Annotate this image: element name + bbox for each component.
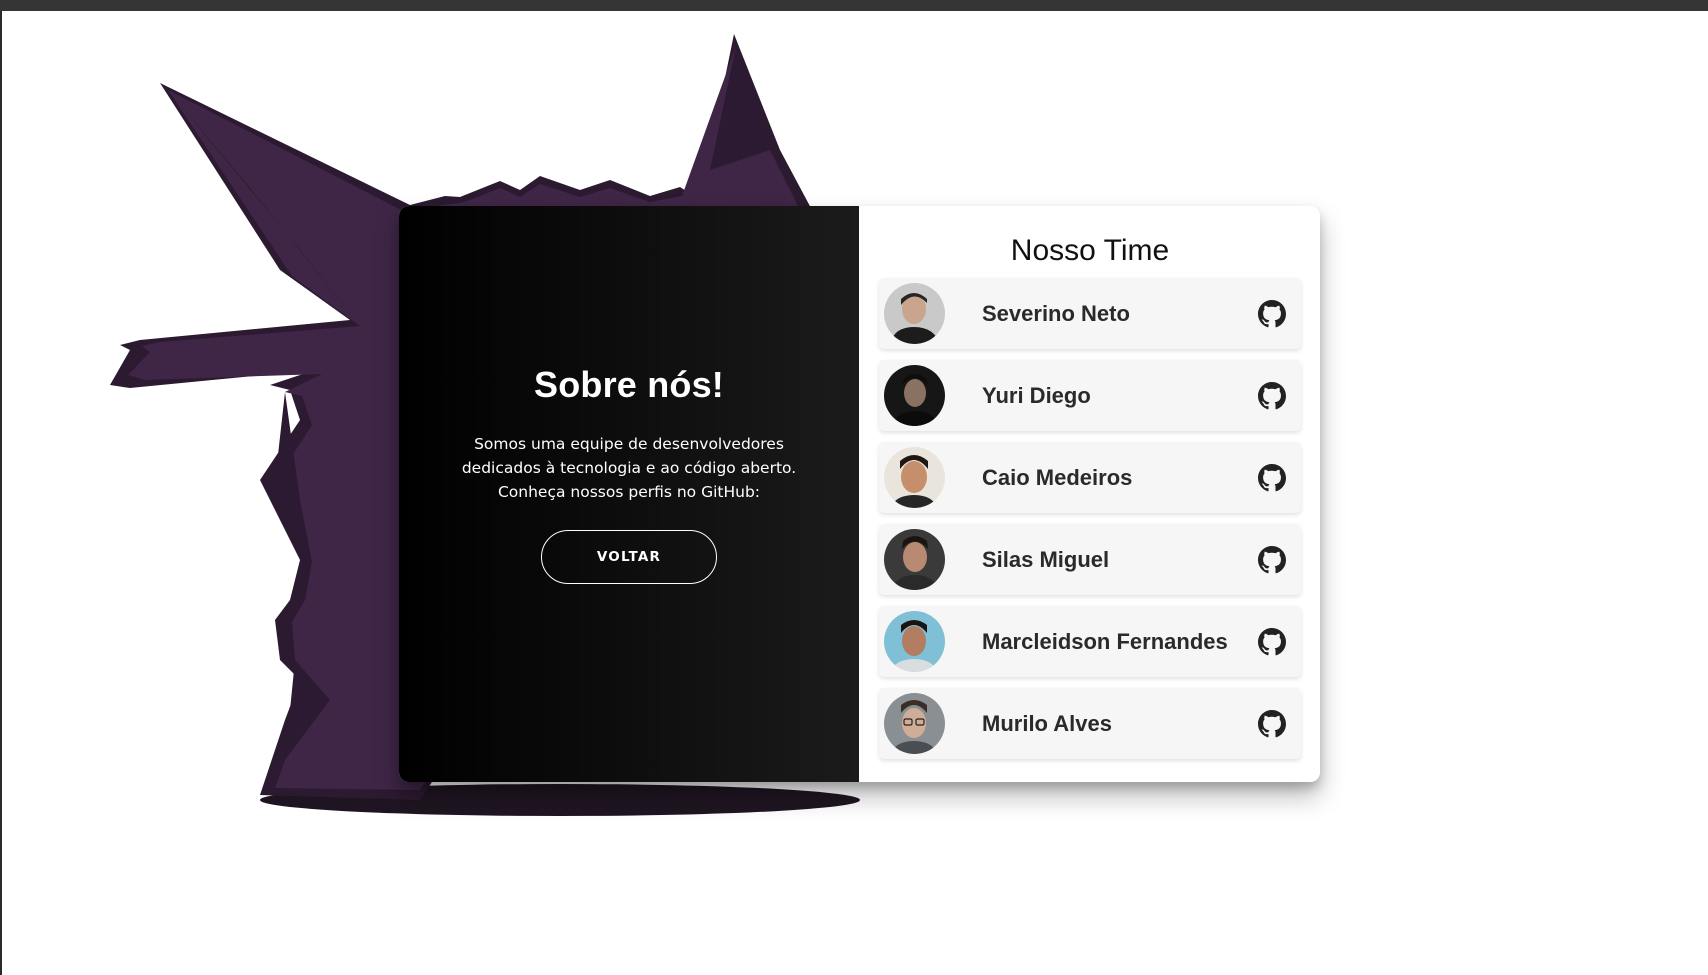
team-member-card: Caio Medeiros — [879, 442, 1301, 513]
member-name: Marcleidson Fernandes — [982, 628, 1228, 654]
github-link[interactable] — [1257, 545, 1287, 575]
github-icon — [1258, 381, 1286, 409]
github-icon — [1258, 299, 1286, 327]
avatar — [884, 693, 945, 754]
team-member-card: Silas Miguel — [879, 524, 1301, 595]
back-button[interactable]: VOLTAR — [541, 530, 717, 584]
member-name: Severino Neto — [982, 300, 1130, 326]
member-name: Caio Medeiros — [982, 464, 1133, 490]
github-icon — [1258, 627, 1286, 655]
member-name: Yuri Diego — [982, 382, 1091, 408]
github-link[interactable] — [1257, 627, 1287, 657]
member-name: Silas Miguel — [982, 546, 1110, 572]
avatar — [884, 283, 945, 344]
github-link[interactable] — [1257, 463, 1287, 493]
team-title: Nosso Time — [1010, 234, 1170, 267]
avatar — [884, 447, 945, 508]
team-member-card: Yuri Diego — [879, 360, 1301, 431]
github-link[interactable] — [1257, 299, 1287, 329]
team-member-card: Marcleidson Fernandes — [879, 606, 1301, 677]
team-member-card: Murilo Alves — [879, 688, 1301, 759]
github-icon — [1258, 545, 1286, 573]
team-member-card: Severino Neto — [879, 278, 1301, 349]
github-icon — [1258, 463, 1286, 491]
about-title: Sobre nós! — [533, 364, 724, 405]
member-name: Murilo Alves — [982, 710, 1112, 736]
team-panel: Nosso Time Severino Neto Yuri Diego Caio… — [859, 206, 1320, 782]
github-link[interactable] — [1257, 381, 1287, 411]
github-link[interactable] — [1257, 709, 1287, 739]
about-card: Sobre nós! Somos uma equipe de desenvolv… — [399, 206, 1320, 782]
about-panel: Sobre nós! Somos uma equipe de desenvolv… — [399, 206, 859, 782]
about-description: Somos uma equipe de desenvolvedores dedi… — [461, 435, 797, 501]
avatar — [884, 365, 945, 426]
team-member-list: Severino Neto Yuri Diego Caio Medeiros S… — [879, 278, 1301, 759]
avatar — [884, 611, 945, 672]
avatar — [884, 529, 945, 590]
github-icon — [1258, 709, 1286, 737]
